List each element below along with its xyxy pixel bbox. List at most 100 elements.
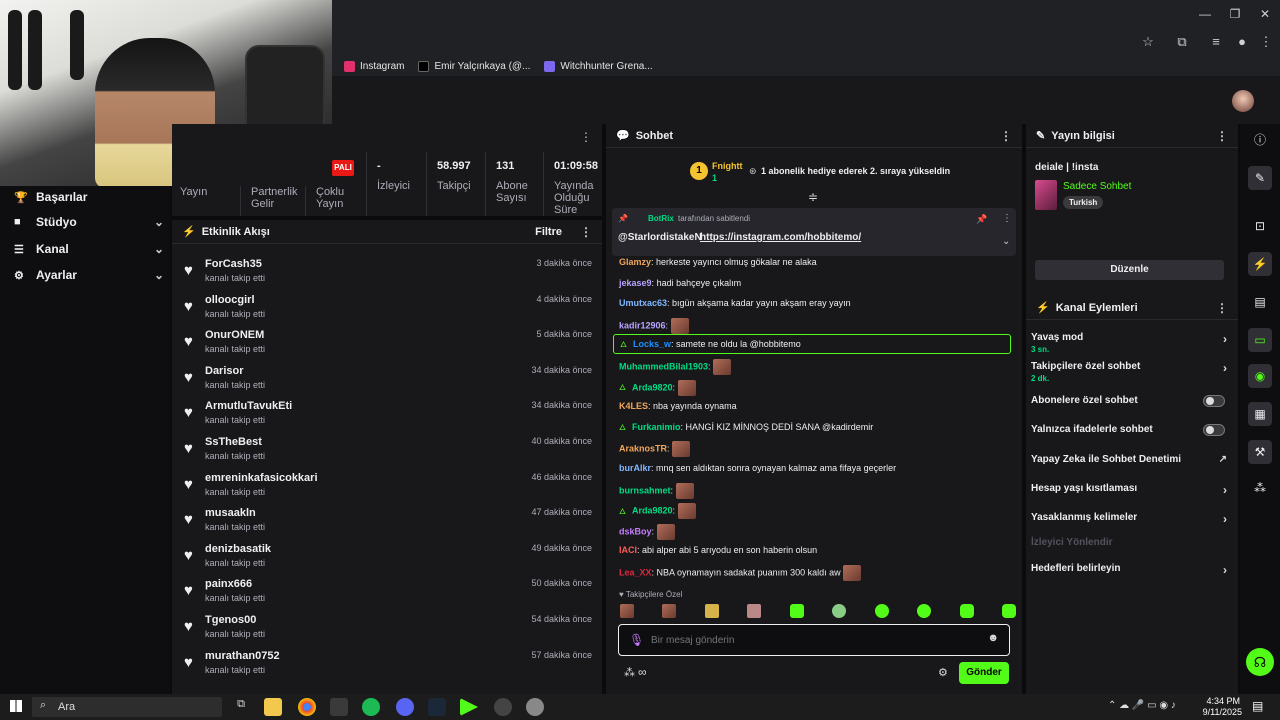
emote-button[interactable] bbox=[789, 604, 804, 618]
bookmark-star-icon[interactable]: ☆ bbox=[1140, 34, 1156, 50]
chat-message-input[interactable] bbox=[651, 631, 971, 649]
chrome-icon[interactable] bbox=[298, 698, 316, 716]
channel-action-item[interactable]: Hedefleri belirleyin › bbox=[1031, 563, 1231, 577]
chat-message[interactable]: burnsahmet: bbox=[619, 482, 694, 499]
chat-username[interactable]: kadir12906 bbox=[619, 320, 666, 330]
bookmark-x[interactable]: Emir Yalçınkaya (@... bbox=[418, 60, 530, 72]
chat-emote[interactable] bbox=[670, 317, 689, 334]
steam-icon[interactable] bbox=[428, 698, 446, 716]
notification-icon[interactable]: ▤ bbox=[1252, 699, 1263, 713]
activity-username[interactable]: ForCash35 bbox=[205, 258, 262, 270]
chat-username[interactable]: IACI bbox=[619, 545, 637, 555]
chat-username[interactable]: Umutxac63 bbox=[619, 298, 667, 308]
chat-message[interactable]: 🜂 Locks_w: samete ne oldu la @hobbitemo bbox=[613, 334, 1011, 355]
chat-settings-icon[interactable]: ⚙ bbox=[938, 666, 948, 679]
bookmark-instagram[interactable]: Instagram bbox=[344, 60, 404, 72]
stat-subscribers[interactable]: 131 Abone Sayısı bbox=[485, 152, 543, 216]
chat-message[interactable]: 🜂 Furkanimio: HANGİ KIZ MİNNOŞ DEDİ SANA … bbox=[619, 421, 873, 434]
unpin-icon[interactable]: 📌 bbox=[976, 214, 987, 225]
media-controls-icon[interactable]: ≡ bbox=[1208, 34, 1224, 50]
spotify-icon[interactable] bbox=[362, 698, 380, 716]
activity-row[interactable]: ♥ OnurONEM kanalı takip etti 5 dakika önce bbox=[172, 325, 602, 361]
task-view-icon[interactable]: ⧉ bbox=[232, 698, 250, 716]
channel-action-item[interactable]: Yasaklanmış kelimeler › bbox=[1031, 512, 1231, 526]
stat-partner-revenue[interactable]: Partnerlik Gelir bbox=[240, 186, 305, 216]
chat-message[interactable]: Lea_XX: NBA oynamayın sadakat puanım 300… bbox=[619, 565, 862, 581]
channel-action-item[interactable]: Takipçilere özel sohbet 2 dk. › bbox=[1031, 361, 1231, 383]
activity-row[interactable]: ♥ olloocgirl kanalı takip etti 4 dakika önc… bbox=[172, 290, 602, 326]
pinned-by-user[interactable]: BotRix bbox=[648, 214, 674, 223]
xbox-icon[interactable] bbox=[330, 698, 348, 716]
taskbar-search[interactable]: ⌕ Ara bbox=[32, 697, 222, 717]
chat-emote[interactable] bbox=[677, 503, 696, 520]
send-button[interactable]: Gönder bbox=[959, 662, 1009, 684]
chat-message[interactable]: burAlkr: mnq sen aldıktan sonra oynayan … bbox=[619, 462, 896, 474]
windows-start-icon[interactable] bbox=[10, 700, 22, 712]
chat-message[interactable]: 🜂 Arda9820: bbox=[619, 379, 696, 396]
toggle-switch[interactable] bbox=[1203, 395, 1225, 407]
chat-emote[interactable] bbox=[677, 379, 696, 396]
address-bar[interactable] bbox=[330, 30, 1280, 54]
chat-username[interactable]: dskBoy bbox=[619, 526, 652, 536]
chat-icon[interactable]: ▭ bbox=[1248, 328, 1272, 352]
stream-info-menu-icon[interactable]: ⋮ bbox=[1216, 129, 1228, 143]
external-link-icon[interactable]: ↗ bbox=[1219, 454, 1227, 465]
extensions-icon[interactable]: ⧉ bbox=[1174, 34, 1190, 50]
toggle-switch[interactable] bbox=[1203, 424, 1225, 436]
nav-item-studio[interactable]: ■ Stüdyo ⌄ bbox=[14, 213, 164, 231]
file-explorer-icon[interactable] bbox=[264, 698, 282, 716]
chat-message[interactable]: AraknosTR: bbox=[619, 441, 691, 458]
stat-viewers[interactable]: - İzleyici bbox=[366, 152, 426, 216]
chat-username[interactable]: burnsahmet bbox=[619, 485, 671, 495]
browser-menu-icon[interactable]: ⋮ bbox=[1258, 34, 1274, 50]
activity-username[interactable]: OnurONEM bbox=[205, 329, 264, 341]
chat-emote[interactable] bbox=[672, 441, 691, 458]
chat-username[interactable]: K4LES bbox=[619, 401, 648, 411]
broadcast-icon[interactable]: ◉ bbox=[1248, 364, 1272, 388]
activity-username[interactable]: Darisor bbox=[205, 365, 244, 377]
restore-button[interactable]: ❐ bbox=[1220, 4, 1250, 24]
chat-message[interactable]: dskBoy: bbox=[619, 523, 675, 540]
chat-message[interactable]: K4LES: nba yayında oynama bbox=[619, 400, 737, 412]
discord-icon[interactable] bbox=[396, 698, 414, 716]
user-avatar[interactable] bbox=[1232, 90, 1254, 112]
nav-item-settings[interactable]: ⚙ Ayarlar ⌄ bbox=[14, 266, 164, 284]
stat-followers[interactable]: 58.997 Takipçi bbox=[426, 152, 486, 216]
activity-username[interactable]: SsTheBest bbox=[205, 436, 262, 448]
emote-button[interactable] bbox=[662, 604, 677, 618]
activity-row[interactable]: ♥ ForCash35 kanalı takip etti 3 dakika önce bbox=[172, 254, 602, 290]
document-icon[interactable]: ▤ bbox=[1248, 290, 1272, 314]
stats-menu-icon[interactable]: ⋮ bbox=[580, 130, 592, 144]
chat-username[interactable]: Arda9820 bbox=[632, 506, 673, 516]
activity-menu-icon[interactable]: ⋮ bbox=[580, 225, 592, 239]
chevron-right-icon[interactable]: › bbox=[1223, 332, 1227, 346]
chat-message[interactable]: Umutxac63: bıgün akşama kadar yayın akşa… bbox=[619, 297, 851, 309]
chevron-right-icon[interactable]: › bbox=[1223, 483, 1227, 497]
activity-row[interactable]: ♥ Darisor kanalı takip etti 34 dakika önce bbox=[172, 361, 602, 397]
activity-row[interactable]: ♥ Tgenos00 kanalı takip etti 54 dakika önce bbox=[172, 610, 602, 646]
chat-message[interactable]: MuhammedBilal1903: bbox=[619, 359, 732, 375]
activity-username[interactable]: ArmutluTavukEti bbox=[205, 400, 292, 412]
emote-button[interactable] bbox=[620, 604, 634, 618]
activity-username[interactable]: murathan0752 bbox=[205, 650, 280, 662]
pinned-menu-icon[interactable]: ⋮ bbox=[1002, 213, 1012, 224]
chat-message[interactable]: 🜂 Arda9820: bbox=[619, 503, 696, 520]
profile-icon[interactable]: ● bbox=[1234, 34, 1250, 50]
activity-row[interactable]: ♥ emreninkafasicokkari kanalı takip etti 46… bbox=[172, 468, 602, 504]
chat-username[interactable]: Lea_XX bbox=[619, 567, 652, 577]
chat-username[interactable]: Furkanimio bbox=[632, 422, 681, 432]
chat-username[interactable]: Glamzy bbox=[619, 257, 651, 267]
stream-category[interactable]: Sadece Sohbet bbox=[1063, 181, 1131, 192]
stat-multistream[interactable]: Çoklu Yayın bbox=[305, 186, 365, 216]
emoji-icon[interactable]: ☻ bbox=[987, 632, 999, 644]
activity-username[interactable]: olloocgirl bbox=[205, 294, 255, 306]
chat-emote[interactable] bbox=[713, 359, 732, 375]
chat-emote[interactable] bbox=[675, 482, 694, 499]
target-icon[interactable]: ⊡ bbox=[1248, 214, 1272, 238]
emote-button[interactable] bbox=[874, 604, 889, 618]
chevron-right-icon[interactable]: › bbox=[1223, 361, 1227, 375]
channel-actions-menu-icon[interactable]: ⋮ bbox=[1216, 301, 1228, 315]
chat-username[interactable]: AraknosTR bbox=[619, 444, 667, 454]
stat-uptime[interactable]: 01:09:58 Yayında Olduğu Süre bbox=[543, 152, 602, 216]
chat-message[interactable]: IACI: abi alper abi 5 arıyodu en son hab… bbox=[619, 544, 817, 556]
